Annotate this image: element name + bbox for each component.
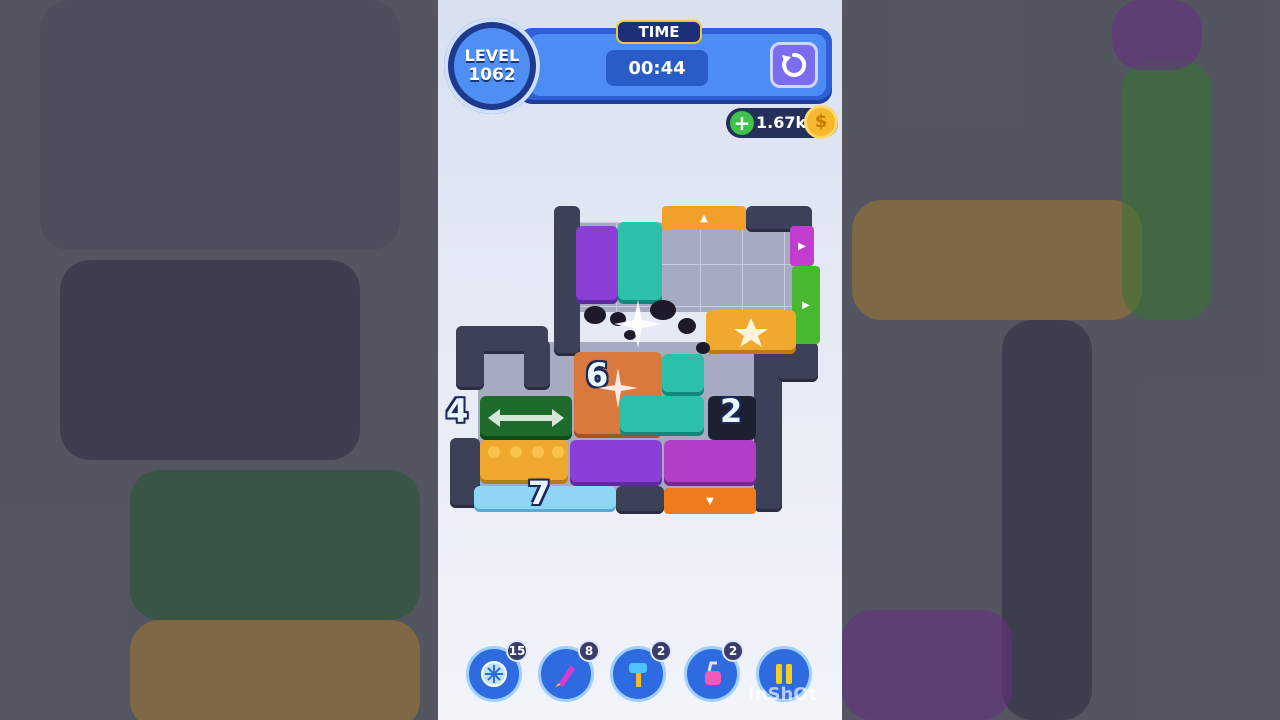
debris (696, 342, 710, 354)
debris (678, 318, 696, 334)
coin-icon: $ (804, 105, 838, 139)
ice-block-counter: 7 (528, 474, 551, 512)
game-panel: LEVEL 1062 TIME 00:44 + 1.67k $ ▲ ▶ ▶ ▼ … (438, 0, 842, 720)
time-value: 00:44 (606, 50, 708, 86)
vacuum-booster-count: 2 (722, 640, 744, 662)
rocket-booster-count: 8 (578, 640, 600, 662)
background-right (842, 0, 1280, 720)
dark-block-counter: 2 (720, 392, 743, 430)
level-number: 1062 (468, 65, 516, 85)
restart-icon (782, 52, 807, 77)
teal-l-block[interactable] (662, 354, 704, 396)
teal-block[interactable] (618, 222, 662, 304)
rocket-icon (555, 665, 575, 687)
star-icon (734, 318, 768, 347)
wall (456, 326, 484, 390)
green-block-counter: 4 (446, 392, 469, 430)
gold-block[interactable] (480, 440, 568, 484)
green-horizontal-block[interactable] (480, 396, 572, 440)
wall (524, 340, 550, 390)
restart-button[interactable] (770, 42, 818, 88)
level-badge: LEVEL 1062 (444, 18, 540, 114)
gold-star-block[interactable] (706, 310, 796, 354)
time-label: TIME (616, 20, 702, 44)
purple-block[interactable] (576, 226, 618, 304)
wall (616, 486, 664, 514)
add-coins-button[interactable]: + (730, 111, 754, 135)
exit-gate-orange-bottom: ▼ (664, 488, 756, 514)
magenta-block[interactable] (664, 440, 756, 486)
freeze-booster-count: 15 (506, 640, 528, 662)
level-label: LEVEL (464, 46, 520, 65)
double-arrow-icon (488, 409, 564, 427)
game-screen: LEVEL 1062 TIME 00:44 + 1.67k $ ▲ ▶ ▶ ▼ … (0, 0, 1280, 720)
watermark: InShOt (748, 684, 818, 705)
hammer-booster-count: 2 (650, 640, 672, 662)
bg-shade (842, 0, 1280, 720)
background-left (0, 0, 438, 720)
sparkle-icon (614, 300, 662, 348)
sparkle-icon (598, 368, 638, 408)
debris (584, 306, 606, 324)
purple-block[interactable] (570, 440, 662, 486)
vacuum-icon (705, 661, 721, 685)
exit-gate-magenta-right: ▶ (790, 226, 814, 266)
level-inner: LEVEL 1062 (454, 28, 530, 104)
exit-gate-orange-top: ▲ (662, 206, 746, 230)
hammer-icon (629, 663, 647, 687)
stud-dots (488, 446, 564, 458)
snowflake-clock-icon (481, 661, 507, 687)
exit-gate-green-right: ▶ (792, 266, 820, 344)
coin-amount: 1.67k (756, 113, 807, 132)
bg-shade (0, 0, 438, 720)
